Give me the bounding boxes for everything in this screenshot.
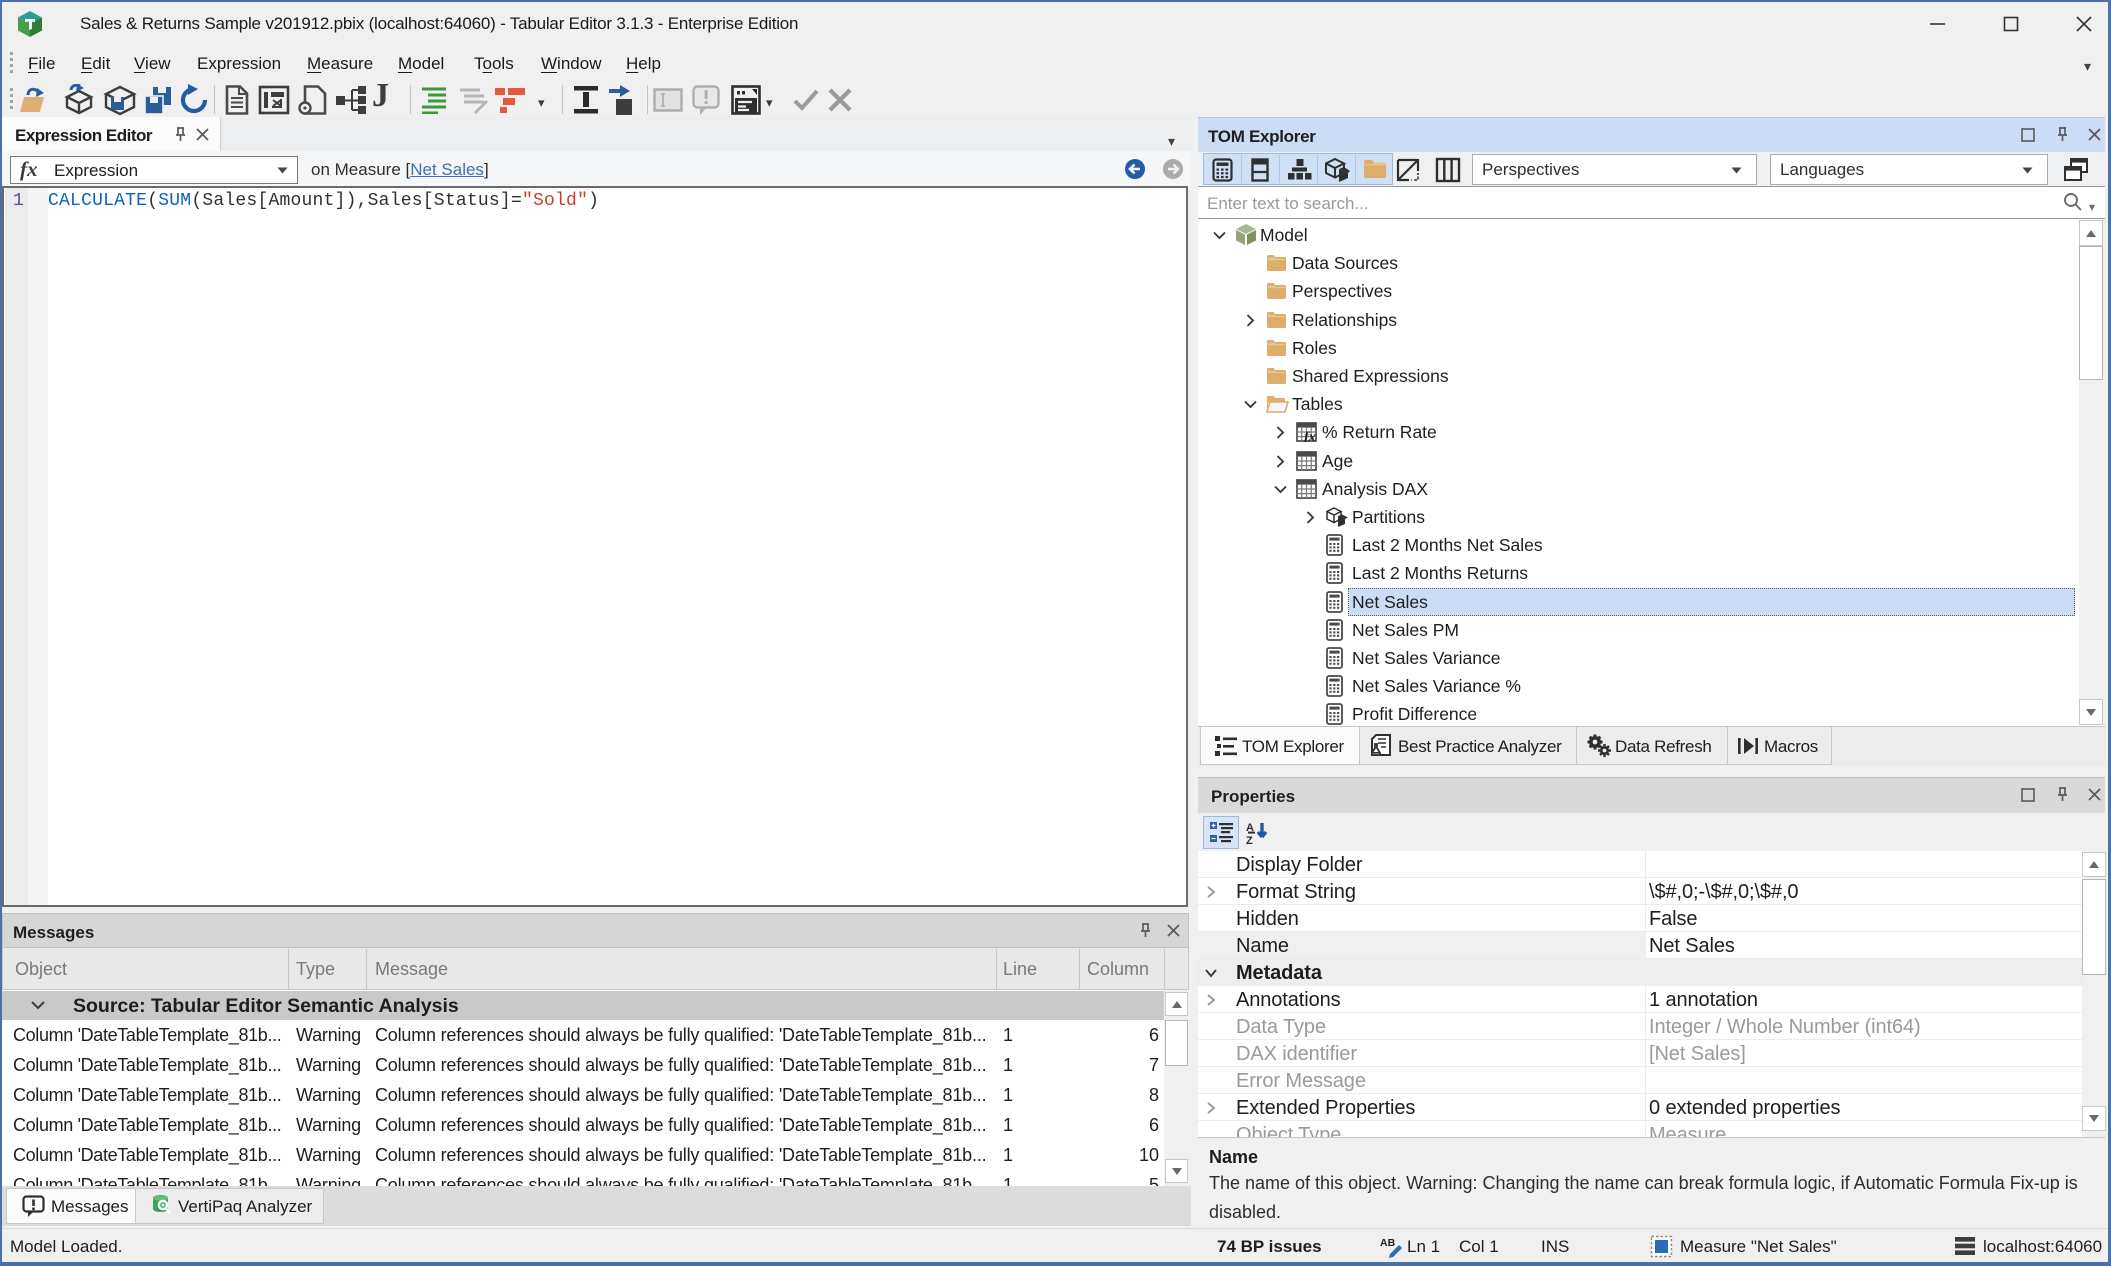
svg-text:AB: AB [1380, 1237, 1396, 1249]
svg-text:fx: fx [1304, 430, 1316, 442]
svg-text:Z: Z [1246, 835, 1253, 846]
